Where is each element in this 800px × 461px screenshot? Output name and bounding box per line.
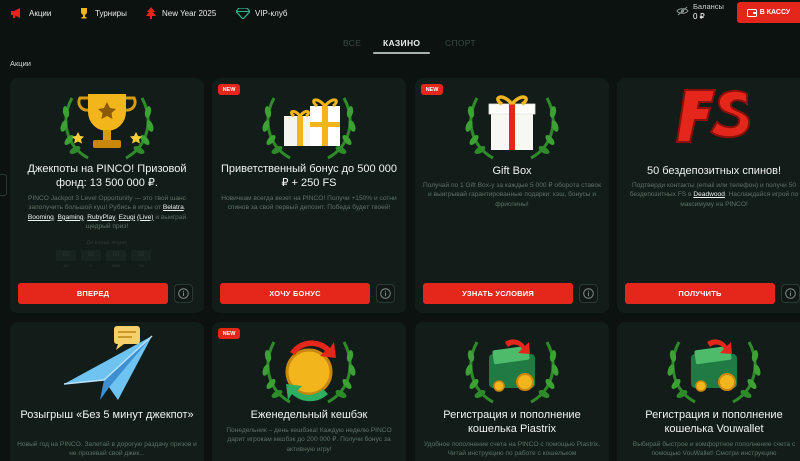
provider-link-live[interactable]: (Live) [137, 214, 154, 221]
wallet-icon [746, 8, 757, 17]
go-button[interactable]: ВПЕРЕД [18, 283, 168, 304]
category-tabs: ВСЕ КАЗИНО СПОРТ [0, 34, 800, 56]
nav-item-new-year[interactable]: New Year 2025 [145, 5, 216, 21]
nav-item-tournaments[interactable]: Турниры [78, 5, 127, 21]
card-title: Регистрация и пополнение кошелька Vouwal… [645, 409, 783, 435]
card-description: Новичкам всегда везет на PINCO! Получи +… [221, 195, 397, 212]
new-badge: NEW [218, 84, 240, 95]
provider-link-ezugi[interactable]: Ezugi [119, 214, 136, 221]
promo-card-vouwallet: Регистрация и пополнение кошелька Vouwal… [617, 322, 800, 461]
tab-sport[interactable]: СПОРТ [445, 38, 476, 48]
new-badge: NEW [218, 328, 240, 339]
card-description: Выбирай быстрое и комфортное пополнение … [632, 441, 796, 458]
timer-unit: ч [89, 263, 93, 268]
timer-minutes: 00 мин [106, 250, 126, 268]
timer-hours: 00 ч [81, 250, 101, 268]
paper-plane-icon [63, 326, 153, 400]
timer-value: 00 [106, 250, 126, 261]
megaphone-icon [11, 8, 20, 18]
promo-card-jackpot: Джекпоты на PINCO! Призовой фонд: 13 500… [10, 78, 204, 313]
timer-value: 00 [131, 250, 151, 261]
nav-item-vip[interactable]: VIP-клуб [236, 5, 288, 21]
info-button[interactable] [174, 284, 193, 303]
wallet-money-wreath-icon [462, 339, 562, 404]
promo-card-jackpot-draw: Розыгрыш «Без 5 минут джекпот» Новый год… [10, 322, 204, 461]
card-title: Розыгрыш «Без 5 минут джекпот» [20, 409, 194, 421]
balance-value: 0 ₽ [693, 12, 705, 21]
timer-value: 00 [56, 250, 76, 261]
timer-unit: дн [63, 263, 69, 268]
balance-label: Балансы [693, 2, 724, 11]
diamond-icon [236, 7, 250, 19]
timer-unit: сек [137, 263, 145, 268]
promo-card-welcome-bonus: NEW Приветственный бонус до 500 000 ₽ + … [212, 78, 406, 313]
info-button[interactable] [579, 284, 598, 303]
tab-all[interactable]: ВСЕ [343, 38, 361, 48]
info-icon [785, 288, 796, 299]
timer-days: 00 дн [56, 250, 76, 268]
tab-casino[interactable]: КАЗИНО [383, 38, 420, 48]
promo-card-free-spins: 50 бездепозитных спинов! Подтверди конта… [617, 78, 800, 313]
cashback-coin-wreath-icon [259, 340, 359, 404]
promo-card-cashback: NEW Еженедельный кешбэк Понедельник – де… [212, 322, 406, 461]
new-badge: NEW [421, 84, 443, 95]
card-title: 50 бездепозитных спинов! [646, 165, 782, 177]
provider-link-bgaming[interactable]: Bgaming [58, 214, 84, 221]
gift-box-wreath-icon [462, 95, 562, 160]
cashier-button[interactable]: В КАССУ [737, 2, 800, 23]
info-button[interactable] [376, 284, 395, 303]
free-spins-fs-icon [675, 89, 751, 143]
provider-link-belatra[interactable]: Belatra [163, 204, 184, 211]
gold-trophy-wreath-icon [57, 94, 157, 160]
info-button[interactable] [781, 284, 800, 303]
card-description: PINCO Jackpot 3 Level Opportunity — это … [27, 195, 187, 231]
get-button[interactable]: ПОЛУЧИТЬ [625, 283, 775, 304]
countdown-timer: 00 дн 00 ч 00 мин 00 сек [56, 250, 151, 268]
card-title: Джекпоты на PINCO! Призовой фонд: 13 500… [27, 163, 187, 189]
promo-card-piastrix: Регистрация и пополнение кошелька Piastr… [415, 322, 609, 461]
nav-item-promotions[interactable]: Акции [10, 5, 51, 21]
timer-value: 00 [81, 250, 101, 261]
info-icon [583, 288, 594, 299]
promo-ends-label: До конца акции: [86, 240, 128, 246]
gift-boxes-wreath-icon [259, 96, 359, 160]
want-bonus-button[interactable]: ХОЧУ БОНУС [220, 283, 370, 304]
nav-item-label: New Year 2025 [162, 8, 217, 18]
card-title: Приветственный бонус до 500 000 ₽ + 250 … [221, 163, 397, 189]
card-description: Понедельник – день кешбэка! Каждую недел… [226, 427, 392, 453]
nav-item-label: Акции [29, 8, 52, 18]
card-description: Подтверди контакты (email или телефон) и… [629, 182, 799, 208]
learn-conditions-button[interactable]: УЗНАТЬ УСЛОВИЯ [423, 283, 573, 304]
card-title: Еженедельный кешбэк [250, 409, 368, 421]
timer-seconds: 00 сек [131, 250, 151, 268]
info-icon [178, 288, 189, 299]
timer-unit: мин [111, 263, 121, 268]
section-title: Акции [10, 59, 31, 68]
card-description: Новый год на PINCO. Залетай в дорогую ра… [17, 441, 197, 458]
wallet-money-wreath-icon [664, 339, 764, 404]
active-tab-indicator [373, 52, 430, 54]
trophy-icon [81, 8, 87, 19]
card-title: Регистрация и пополнение кошелька Piastr… [443, 409, 581, 435]
side-drawer-handle[interactable] [0, 174, 7, 196]
game-link-deadwood[interactable]: Deadwood [693, 191, 725, 198]
promo-card-gift-box: NEW Gift Box Получай по 1 Gift Box-у за … [415, 78, 609, 313]
balance-widget[interactable]: Балансы 0 ₽ [676, 2, 730, 21]
top-navigation-bar: Акции Турниры New Year 2025 VIP-клуб Бал… [0, 0, 800, 26]
card-title: Gift Box [492, 165, 532, 177]
card-description: Получай по 1 Gift Box-у за каждые 5 000 … [422, 182, 602, 208]
christmas-tree-icon [146, 6, 156, 19]
eye-hidden-icon[interactable] [676, 6, 689, 16]
provider-link-booming[interactable]: Booming [28, 214, 54, 221]
provider-link-rubyplay[interactable]: RubyPlay [87, 214, 115, 221]
info-icon [380, 288, 391, 299]
card-description: Удобное пополнение счета на PINCO с помо… [423, 441, 601, 458]
nav-item-label: VIP-клуб [255, 8, 288, 18]
nav-item-label: Турниры [95, 8, 127, 18]
cashier-label: В КАССУ [759, 9, 791, 16]
